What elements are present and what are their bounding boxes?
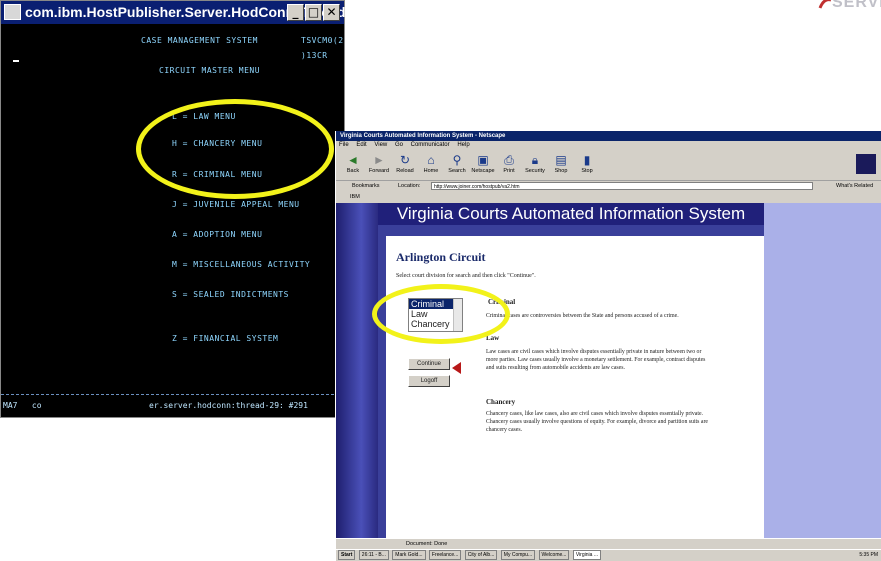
menu-option-juvenile: J = JUVENILE APPEAL MENU <box>172 200 300 209</box>
print-label: Print <box>503 168 515 174</box>
bookmarks-button[interactable]: Bookmarks <box>352 181 380 192</box>
chancery-description: Chancery cases, like law cases, also are… <box>486 411 708 433</box>
page-heading: Arlington Circuit <box>396 250 486 264</box>
minimize-button[interactable]: _ <box>287 4 304 21</box>
menu-option-sealed: S = SEALED INDICTMENTS <box>172 290 289 299</box>
system-title: CASE MANAGEMENT SYSTEM <box>141 36 258 45</box>
whats-related-button[interactable]: What's Related <box>836 181 873 192</box>
menu-option-misc: M = MISCELLANEOUS ACTIVITY <box>172 260 311 269</box>
location-label: Location: <box>398 183 421 189</box>
task-item-3[interactable]: Freelance... <box>428 550 462 560</box>
terminal-titlebar[interactable]: com.ibm.HostPublisher.Server.HodConn:Thr… <box>1 1 405 24</box>
menu-file[interactable]: File <box>339 142 349 148</box>
forward-button[interactable]: ► Forward <box>366 152 392 178</box>
browser-titlebar[interactable]: Virginia Courts Automated Information Sy… <box>336 131 881 141</box>
terminal-status-bar: MA7 co er.server.hodconn:thread-29: #291 <box>1 394 344 418</box>
screen-code-2: )13CR <box>301 51 328 60</box>
chancery-heading: Chancery <box>486 398 516 406</box>
terminal-cursor <box>13 60 19 62</box>
shop-button[interactable]: ▤ Shop <box>548 152 574 178</box>
netscape-throbber-icon <box>856 154 876 174</box>
lock-icon: 🔒︎ <box>531 153 539 167</box>
close-button[interactable]: ✕ <box>323 4 340 21</box>
shop-icon: ▤ <box>555 153 567 167</box>
task-item-1[interactable]: 26:11 - B... <box>358 550 389 560</box>
netscape-label: Netscape <box>471 168 495 174</box>
terminal-title: com.ibm.HostPublisher.Server.HodConn:Thr… <box>25 4 406 20</box>
security-button[interactable]: 🔒︎ Security <box>522 152 548 178</box>
terminal-screen[interactable]: CASE MANAGEMENT SYSTEM TSVCM0(2 )13CR CI… <box>1 24 344 394</box>
netscape-button[interactable]: ▣ Netscape <box>470 152 496 178</box>
home-label: Home <box>423 168 439 174</box>
page-body: Arlington Circuit Select court division … <box>386 236 764 538</box>
task-item-5[interactable]: My Compu... <box>500 550 536 560</box>
menu-view[interactable]: View <box>374 142 387 148</box>
logo-swoosh-icon <box>818 0 831 9</box>
print-icon: ⎙ <box>504 153 514 167</box>
right-panel <box>764 203 881 538</box>
reload-label: Reload <box>396 168 414 174</box>
menu-help[interactable]: Help <box>457 142 469 148</box>
instruction-text: Select court division for search and the… <box>396 273 536 279</box>
browser-toolbar: ◄ Back ► Forward ↻ Reload ⌂ Home ⚲ Search ▣ Ne… <box>336 150 881 181</box>
url-input[interactable]: http://www.joiner.com/hostpub/va2.htm <box>431 182 813 190</box>
company-logo: SERVI <box>818 0 881 14</box>
taskbar-clock: 5:35 PM <box>859 552 878 558</box>
reload-button[interactable]: ↻ Reload <box>392 152 418 178</box>
search-label: Search <box>448 168 466 174</box>
bookmark-ibm[interactable]: IBM <box>350 192 360 202</box>
criminal-description: Criminal cases are controversies between… <box>486 313 679 319</box>
shop-label: Shop <box>554 168 568 174</box>
page-viewport[interactable]: Virginia Courts Automated Information Sy… <box>336 203 881 538</box>
stop-label: Stop <box>581 168 593 174</box>
forward-label: Forward <box>368 168 390 174</box>
forward-icon: ► <box>373 153 385 167</box>
stop-icon: ▮ <box>583 153 591 167</box>
home-icon: ⌂ <box>427 153 435 167</box>
task-item-7[interactable]: Virginia ... <box>572 550 601 560</box>
menu-subtitle: CIRCUIT MASTER MENU <box>159 66 261 75</box>
back-label: Back <box>346 168 360 174</box>
menu-communicator[interactable]: Communicator <box>411 142 450 148</box>
status-left: MA7 co <box>3 401 42 410</box>
logo-text: SERVI <box>832 0 881 11</box>
netscape-icon: ▣ <box>477 153 489 167</box>
screen-code: TSVCM0(2 <box>301 36 344 45</box>
highlight-listbox-ellipse <box>372 284 510 344</box>
windows-taskbar: Start 26:11 - B... Mark Gold... Freelanc… <box>336 549 881 561</box>
back-icon: ◄ <box>347 153 359 167</box>
stop-button[interactable]: ▮ Stop <box>574 152 600 178</box>
menu-go[interactable]: Go <box>395 142 403 148</box>
highlight-terminal-ellipse <box>136 99 334 199</box>
page-banner: Virginia Courts Automated Information Sy… <box>378 203 764 225</box>
maximize-button[interactable]: □ <box>305 4 322 21</box>
menu-option-adoption: A = ADOPTION MENU <box>172 230 263 239</box>
task-item-2[interactable]: Mark Gold... <box>392 550 426 560</box>
reload-icon: ↻ <box>399 153 411 167</box>
status-right: er.server.hodconn:thread-29: #291 <box>149 401 308 410</box>
logoff-button[interactable]: Logoff <box>408 375 450 387</box>
pointer-arrow-icon <box>452 362 461 374</box>
terminal-app-icon[interactable] <box>4 4 21 20</box>
location-bar: Bookmarks Location: http://www.joiner.co… <box>336 181 881 192</box>
continue-button[interactable]: Continue <box>408 358 450 370</box>
search-button[interactable]: ⚲ Search <box>444 152 470 178</box>
print-button[interactable]: ⎙ Print <box>496 152 522 178</box>
law-description: Law cases are civil cases which involve … <box>486 349 706 371</box>
back-button[interactable]: ◄ Back <box>340 152 366 178</box>
task-item-4[interactable]: City of Alb... <box>464 550 498 560</box>
task-item-6[interactable]: Welcome... <box>538 550 570 560</box>
home-button[interactable]: ⌂ Home <box>418 152 444 178</box>
security-label: Security <box>525 168 545 174</box>
menu-edit[interactable]: Edit <box>356 142 366 148</box>
personal-toolbar: IBM <box>336 192 881 202</box>
terminal-window: com.ibm.HostPublisher.Server.HodConn:Thr… <box>0 0 405 418</box>
search-icon: ⚲ <box>452 153 462 167</box>
decorative-column <box>336 203 378 538</box>
menu-option-financial: Z = FINANCIAL SYSTEM <box>172 334 279 343</box>
browser-menubar: File Edit View Go Communicator Help <box>336 141 881 150</box>
start-button[interactable]: Start <box>338 550 356 560</box>
browser-window: Virginia Courts Automated Information Sy… <box>335 131 881 561</box>
